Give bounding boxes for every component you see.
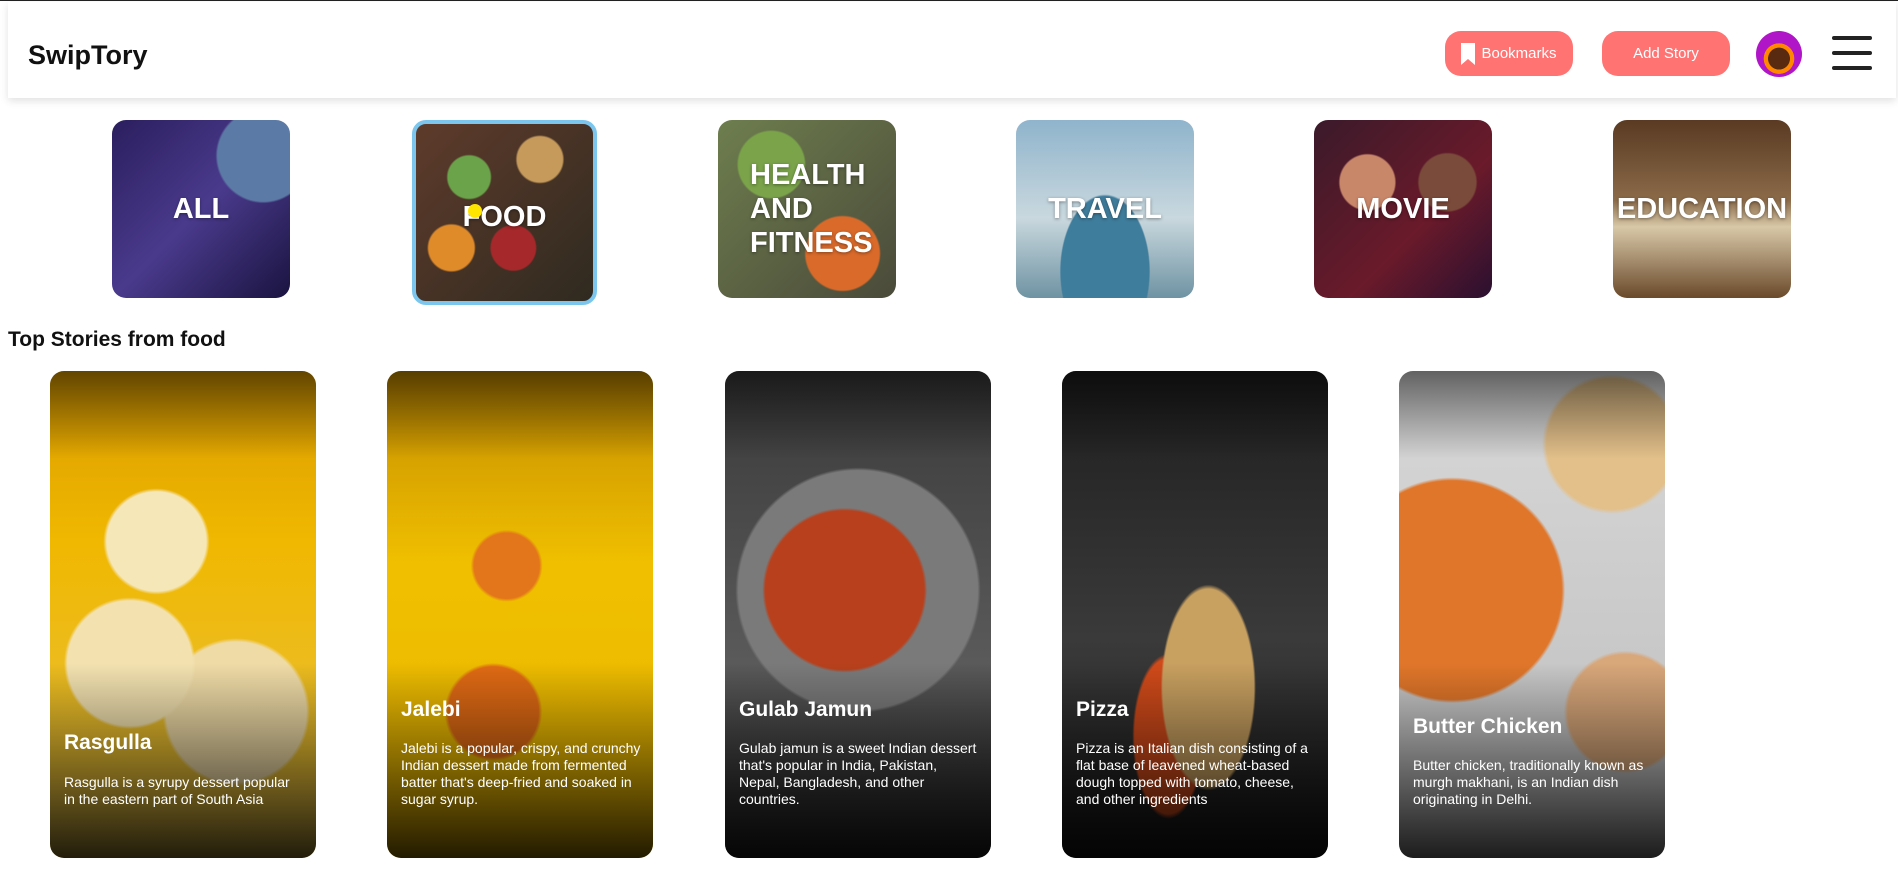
story-card-pizza[interactable]: Pizza Pizza is an Italian dish consistin… (1062, 371, 1328, 858)
story-card-rasgulla[interactable]: Rasgulla Rasgulla is a syrupy dessert po… (50, 371, 316, 858)
add-story-button[interactable]: Add Story (1602, 31, 1730, 76)
category-label: HEALTH AND FITNESS (750, 159, 873, 259)
category-label: TRAVEL (1048, 192, 1162, 225)
story-description: Butter chicken, traditionally known as m… (1413, 757, 1644, 807)
story-description: Pizza is an Italian dish consisting of a… (1076, 740, 1308, 807)
top-border (0, 0, 1898, 1)
story-title: Butter Chicken (1413, 715, 1563, 738)
story-description: Gulab jamun is a sweet Indian dessert th… (739, 740, 977, 807)
category-label: MOVIE (1356, 192, 1450, 225)
avatar[interactable] (1756, 31, 1802, 77)
story-title: Rasgulla (64, 731, 152, 754)
bookmark-icon (1461, 42, 1476, 65)
bookmarks-button[interactable]: Bookmarks (1445, 31, 1573, 76)
story-description: Rasgulla is a syrupy dessert popular in … (64, 774, 290, 807)
story-card-jalebi[interactable]: Jalebi Jalebi is a popular, crispy, and … (387, 371, 653, 858)
story-title: Jalebi (401, 698, 461, 721)
app-logo[interactable]: SwipTory (28, 40, 148, 71)
story-card-gulab-jamun[interactable]: Gulab Jamun Gulab jamun is a sweet India… (725, 371, 991, 858)
navbar: SwipTory Bookmarks Add Story (8, 2, 1896, 98)
category-movie[interactable]: MOVIE (1314, 120, 1492, 298)
story-title: Gulab Jamun (739, 698, 873, 721)
menu-icon[interactable] (1832, 36, 1872, 70)
category-education[interactable]: EDUCATION (1613, 120, 1791, 298)
category-label: EDUCATION (1616, 192, 1788, 225)
category-health-and-fitness[interactable]: HEALTH AND FITNESS (718, 120, 896, 298)
category-all[interactable]: ALL (112, 120, 290, 298)
category-travel[interactable]: TRAVEL (1016, 120, 1194, 298)
story-card-butter-chicken[interactable]: Butter Chicken Butter chicken, tradition… (1399, 371, 1665, 858)
story-title: Pizza (1076, 698, 1129, 721)
category-label: ALL (172, 192, 230, 225)
bookmarks-label: Bookmarks (1481, 45, 1557, 62)
selected-indicator (468, 204, 482, 218)
section-title: Top Stories from food (8, 328, 226, 351)
add-story-label: Add Story (1633, 45, 1699, 62)
story-description: Jalebi is a popular, crispy, and crunchy… (401, 740, 641, 807)
category-food[interactable]: FOOD (412, 120, 597, 305)
